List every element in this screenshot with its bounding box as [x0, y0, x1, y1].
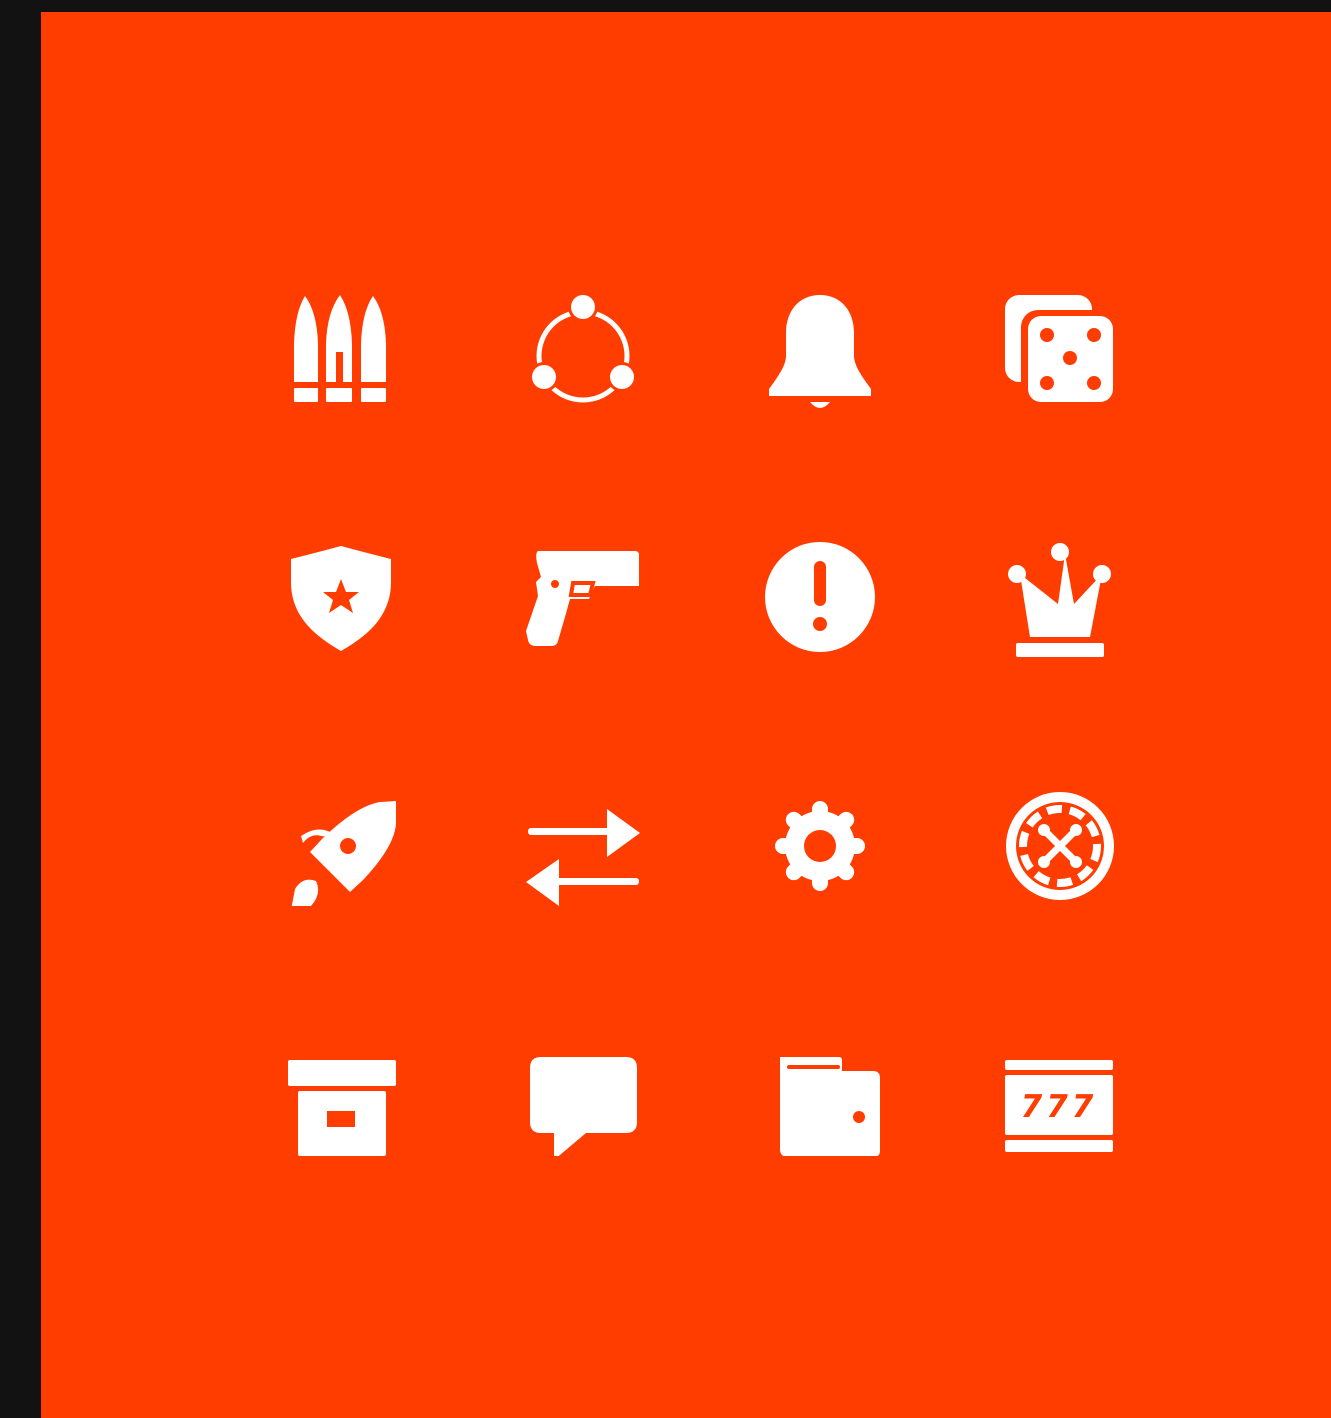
crown-icon [1000, 537, 1120, 657]
icon-canvas: 777 [41, 12, 1331, 1418]
gear-icon [760, 786, 880, 906]
share-nodes-icon [523, 288, 643, 408]
app-window: 777 [0, 0, 1331, 1418]
chat-bubble-icon [523, 1036, 643, 1156]
bullets-icon [283, 288, 403, 408]
archive-box-icon [283, 1036, 403, 1156]
slot-reels-text: 777 [1021, 1089, 1098, 1125]
rocket-icon [283, 786, 403, 906]
bell-icon [760, 288, 880, 408]
wallet-icon [760, 1036, 880, 1156]
dice-icon [1000, 288, 1120, 408]
alert-icon [760, 537, 880, 657]
roulette-icon [1000, 786, 1120, 906]
police-badge-icon [283, 537, 403, 657]
pistol-icon [523, 537, 643, 657]
transfer-arrows-icon [523, 786, 643, 906]
slot-machine-icon: 777 [1000, 1036, 1120, 1156]
